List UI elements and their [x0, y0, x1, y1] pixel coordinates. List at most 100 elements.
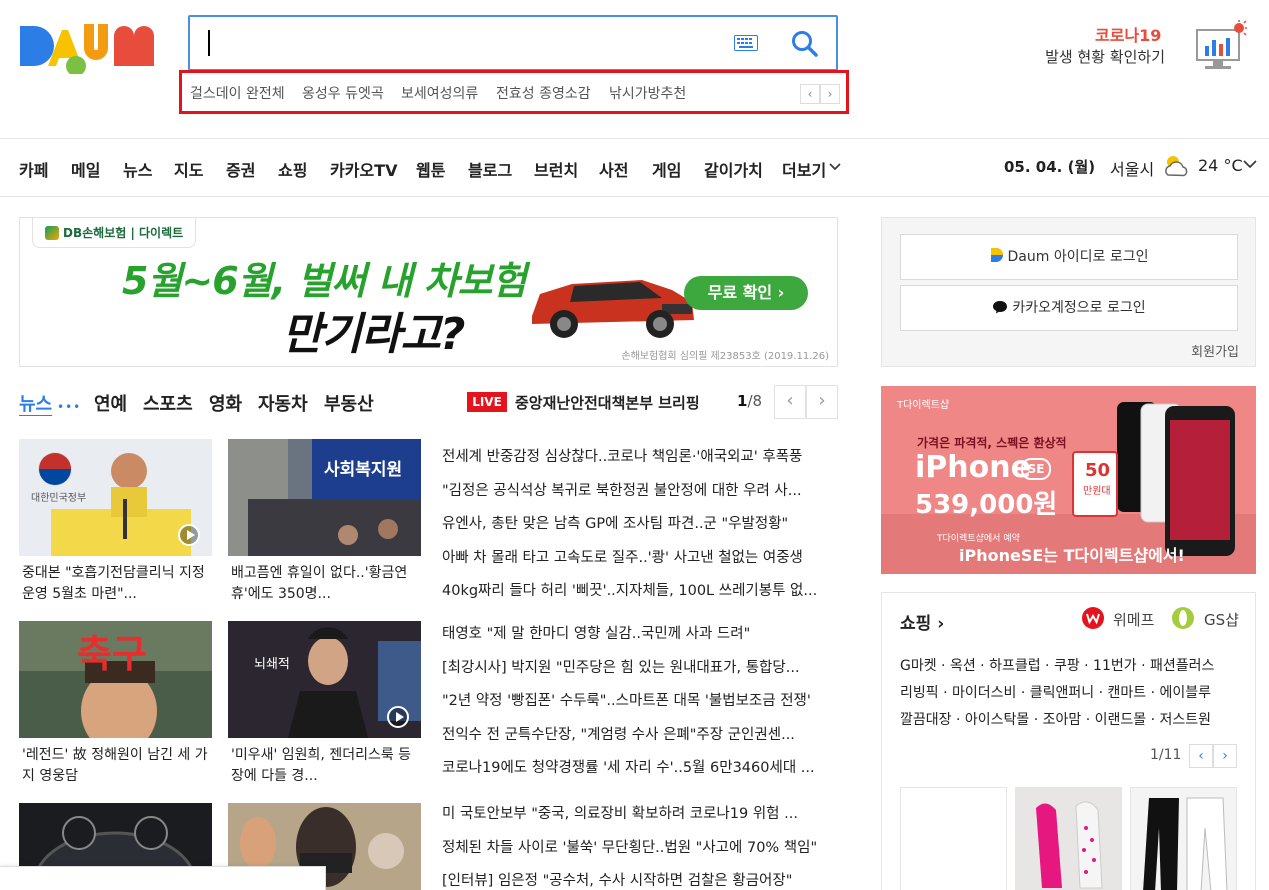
thumb-caption: 축구 [77, 632, 147, 676]
wemakeprice-link[interactable]: 위메프 [1113, 609, 1154, 630]
news-thumbnail: 뇌쇄적 [228, 621, 421, 738]
trend-keyword[interactable]: 옹성우 듀엣곡 [302, 83, 384, 103]
headline-link[interactable]: 미 국토안보부 "중국, 의료장비 확보하려 코로나19 위험 ... [442, 803, 838, 837]
headline-link[interactable]: 전세계 반중감정 심상찮다..코로나 책임론·'애국외교' 후폭풍 [442, 446, 838, 480]
trend-keyword[interactable]: 낚시가방추천 [609, 83, 686, 103]
trend-keyword[interactable]: 걸스데이 완전체 [190, 83, 285, 103]
live-briefing-link[interactable]: 중앙재난안전대책본부 브리핑 [515, 392, 700, 413]
service-nav: 카페 메일 뉴스 지도 증권 쇼핑 카카오TV 웹툰 블로그 브런치 사전 게임… [0, 138, 1269, 197]
nav-item-brunch[interactable]: 브런치 [534, 157, 578, 181]
shopping-title[interactable]: 쇼핑 › [900, 609, 944, 634]
headline-link[interactable]: 태영호 "제 말 한마디 영향 실감..국민께 사과 드려" [442, 623, 838, 657]
news-card[interactable]: 축구 '레전드' 故 정해원이 남긴 세 가지 영웅담 [19, 621, 212, 787]
news-card[interactable]: 대한민국정부 중대본 "호흡기전담클리닉 지정운영 5월초 마련"... [19, 439, 212, 605]
nav-item-more[interactable]: 더보기 [782, 157, 826, 181]
headline-link[interactable]: 전익수 전 군특수단장, "계엄령 수사 은폐"주장 군인권센... [442, 724, 838, 758]
ad-headline-1: 5월~6월, 벌써 내 차보험 [122, 259, 527, 303]
tab-movies[interactable]: 영화 [209, 390, 242, 416]
nav-item-together[interactable]: 같이가치 [704, 157, 763, 181]
product-thumbnail[interactable] [1015, 787, 1122, 890]
news-card[interactable]: 사회복지원 배고픔엔 휴일이 없다..'황금연휴'에도 350명... [228, 439, 421, 605]
mall-link-row[interactable]: 깔끔대장 · 아이스탁몰 · 조아맘 · 이랜드몰 · 저스트원 [900, 707, 1245, 734]
nav-item-blog[interactable]: 블로그 [468, 157, 512, 181]
kakao-login-label: 카카오계정으로 로그인 [1012, 300, 1146, 316]
headline-link[interactable]: [인터뷰] 임은정 "공수처, 수사 시작하면 검찰은 황금어장" [442, 870, 838, 890]
product-thumbnail[interactable] [1130, 787, 1237, 890]
news-thumbnail: 사회복지원 [228, 439, 421, 556]
news-next-button[interactable]: › [806, 385, 838, 419]
keyboard-icon[interactable] [734, 35, 758, 51]
nav-item-stocks[interactable]: 증권 [226, 157, 255, 181]
search-icon[interactable] [790, 29, 820, 59]
trend-prev-button[interactable]: ‹ [800, 84, 820, 104]
product-thumbnail[interactable] [900, 787, 1007, 890]
pants-photo [1131, 788, 1236, 890]
covid-status-link[interactable]: 코로나19 발생 현황 확인하기 [1037, 16, 1247, 76]
ad-cta-button[interactable]: 무료 확인 › [684, 276, 808, 310]
play-icon [387, 706, 409, 728]
wemakeprice-logo-icon[interactable] [1082, 607, 1104, 629]
nav-item-mail[interactable]: 메일 [71, 157, 100, 181]
headline-link[interactable]: 유엔사, 총탄 맞은 남측 GP에 조사팀 파견..군 "우발정황" [442, 513, 838, 547]
headline-link[interactable]: 정체된 차들 사이로 '불쑥' 무단횡단..법원 "사고에 70% 책임" [442, 837, 838, 871]
tab-news[interactable]: 뉴스 [19, 390, 52, 416]
trend-next-button[interactable]: › [820, 84, 840, 104]
headline-link[interactable]: 아빠 차 몰래 타고 고속도로 질주..'쾅' 사고낸 철없는 여중생 [442, 547, 838, 581]
date-display: 05. 04. (월) [1004, 158, 1096, 176]
nav-item-kakaotv[interactable]: 카카오TV [330, 157, 397, 181]
news-card[interactable]: 뇌쇄적 '미우새' 임원희, 젠더리스룩 등장에 다들 경... [228, 621, 421, 787]
tab-dots: ••• [57, 400, 82, 414]
headline-link[interactable]: 코로나19에도 청약경쟁률 '세 자리 수'..5월 6만3460세대 ... [442, 757, 838, 791]
headline-link[interactable]: 40kg짜리 들다 허리 '삐끗'..지자체들, 100L 쓰레기봉투 없... [442, 580, 838, 614]
nav-item-shopping[interactable]: 쇼핑 [278, 157, 307, 181]
nav-item-webtoon[interactable]: 웹툰 [416, 157, 445, 181]
headline-link[interactable]: [최강시사] 박지원 "민주당은 힘 있는 원내대표가, 통합당... [442, 657, 838, 691]
iphone-ad-se: SE [1021, 458, 1051, 480]
text-caret [208, 30, 210, 56]
insurance-ad-banner[interactable]: DB손해보험 | 다이렉트 5월~6월, 벌써 내 차보험 만기라고? 무료 확… [19, 217, 838, 367]
news-prev-button[interactable]: ‹ [774, 385, 806, 419]
gsshop-link[interactable]: GS샵 [1204, 609, 1239, 630]
shopping-prev-button[interactable]: ‹ [1189, 744, 1213, 768]
headline-link[interactable]: "김정은 공식석상 복귀로 북한정권 불안정에 대한 우려 사... [442, 480, 838, 514]
trending-keywords: 걸스데이 완전체 옹성우 듀엣곡 보세여성의류 전효성 종영소감 낚시가방추천 … [179, 70, 849, 114]
shoes-photo [1016, 788, 1121, 890]
nav-item-map[interactable]: 지도 [174, 157, 203, 181]
tab-entertainment[interactable]: 연예 [94, 390, 127, 416]
search-input[interactable] [188, 15, 838, 71]
play-icon [178, 524, 200, 546]
tab-realestate[interactable]: 부동산 [324, 390, 374, 416]
iphone-ad-banner[interactable]: T다이렉트샵 가격은 파격적, 스펙은 환상적 iPhone SE 539,00… [881, 386, 1256, 574]
ad-brand-text: DB손해보험 | 다이렉트 [63, 226, 184, 240]
trend-keyword[interactable]: 보세여성의류 [401, 83, 478, 103]
thumb-caption: 사회복지원 [324, 460, 403, 480]
db-logo-icon [45, 226, 59, 240]
iphone-ad-badge-num: 50 [1085, 460, 1111, 481]
daum-logo[interactable] [18, 14, 166, 74]
mall-link-row[interactable]: 리빙픽 · 마이더스비 · 클릭앤퍼니 · 캔마트 · 에이블루 [900, 680, 1245, 707]
covid-title: 코로나19 [1095, 26, 1162, 45]
nav-item-news[interactable]: 뉴스 [123, 157, 152, 181]
weather-city[interactable]: 서울시 [1110, 156, 1154, 180]
gsshop-logo-icon[interactable] [1172, 607, 1194, 629]
chevron-down-icon[interactable] [829, 163, 841, 171]
headline-link[interactable]: "2년 약정 '빵집폰' 수두룩"..스마트폰 대목 '불법보조금 전쟁' [442, 690, 838, 724]
chevron-down-icon[interactable] [1243, 158, 1257, 170]
tab-sports[interactable]: 스포츠 [143, 390, 193, 416]
kakao-login-button[interactable]: 카카오계정으로 로그인 [900, 285, 1238, 331]
temperature: 24 °C [1198, 156, 1243, 175]
headline-list: 전세계 반중감정 심상찮다..코로나 책임론·'애국외교' 후폭풍 "김정은 공… [442, 446, 838, 614]
nav-item-cafe[interactable]: 카페 [19, 157, 48, 181]
daum-login-button[interactable]: Daum 아이디로 로그인 [900, 234, 1238, 280]
tab-cars[interactable]: 자동차 [258, 390, 308, 416]
trend-keyword[interactable]: 전효성 종영소감 [496, 83, 591, 103]
nav-item-game[interactable]: 게임 [652, 157, 681, 181]
shopping-next-button[interactable]: › [1213, 744, 1237, 768]
news-thumbnail: 축구 [19, 621, 212, 738]
car-image [532, 280, 694, 338]
ad-headline-2: 만기라고? [282, 309, 465, 360]
nav-item-dictionary[interactable]: 사전 [599, 157, 628, 181]
mall-link-row[interactable]: G마켓 · 옥션 · 하프클럽 · 쿠팡 · 11번가 · 패션플러스 [900, 653, 1245, 680]
news-card-title: 중대본 "호흡기전담클리닉 지정운영 5월초 마련"... [22, 565, 205, 602]
signup-link[interactable]: 회원가입 [1191, 341, 1239, 360]
